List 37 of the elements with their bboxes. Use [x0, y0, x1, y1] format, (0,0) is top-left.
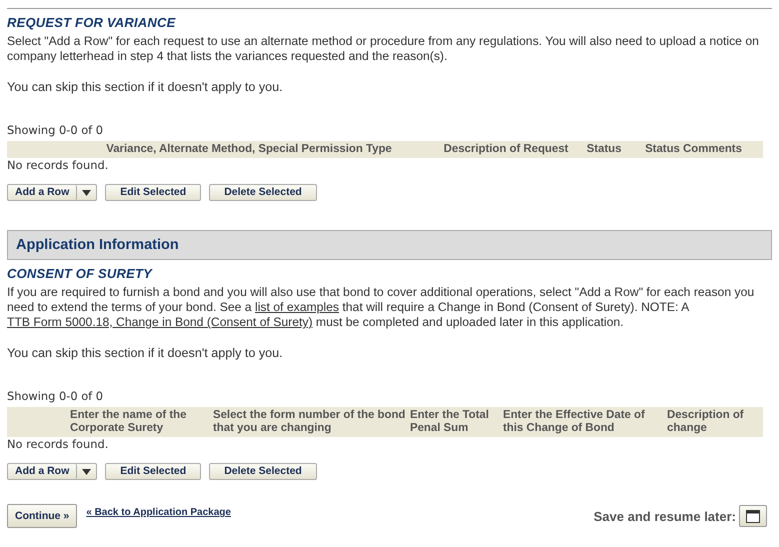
add-row-split-button[interactable]: Add a Row — [7, 463, 98, 480]
column-header: Variance, Alternate Method, Special Permission Type — [105, 143, 393, 156]
action-button[interactable]: Delete Selected — [209, 184, 317, 201]
column-header: Status — [586, 143, 622, 156]
action-button[interactable]: Edit Selected — [105, 463, 202, 480]
add-row-button[interactable]: Add a Row — [8, 464, 78, 479]
column-header: Enter the Total Penal Sum — [410, 409, 490, 435]
save-icon — [746, 510, 760, 522]
caret-icon — [82, 190, 92, 196]
caret-icon — [82, 468, 92, 474]
empty-message: No records found. — [7, 437, 110, 451]
record-count: Showing 0-0 of 0 — [7, 123, 104, 137]
add-row-button[interactable]: Add a Row — [8, 185, 78, 200]
text-link[interactable]: list of examples — [254, 300, 339, 314]
panel-header: Application Information — [7, 230, 772, 260]
back-link[interactable]: « Back to Application Package — [86, 507, 231, 518]
skip-note: You can skip this section if it doesn't apply to you. — [7, 346, 284, 361]
text-link[interactable]: TTB Form 5000.18, Change in Bond (Consent of Surety) — [7, 315, 313, 329]
column-header: Enter the name of the Corporate Surety — [70, 409, 188, 435]
section-title: REQUEST FOR VARIANCE — [7, 15, 176, 30]
instructions-text: Select "Add a Row" for each request to use an alternate method or procedure from any regulations. You will also need to upload a notice on company letterhead in step 4 that lists the variances requested and the reason(s). — [7, 34, 760, 64]
column-header: Description of Request — [442, 143, 570, 156]
column-header: Enter the Effective Date of this Change of Bond — [503, 409, 646, 435]
column-header: Status Comments — [644, 143, 743, 156]
save-button[interactable] — [739, 505, 767, 527]
skip-note: You can skip this section if it doesn't apply to you. — [7, 80, 284, 95]
add-row-split-button[interactable]: Add a Row — [7, 184, 98, 201]
save-label: Save and resume later: — [594, 508, 736, 524]
section-title: CONSENT OF SURETY — [7, 266, 154, 281]
column-header: Description of change — [667, 409, 745, 435]
instructions-text: If you are required to furnish a bond and you will also use that bond to cover additional operations, select "Add a Row" for each reason you need to extend the terms of your bond. See a list of examples that will require a Change in Bond (Consent of Surety). NOTE: A TTB Form 5000.18, Change in Bond (Consent of Surety) must be completed and uploaded later in this application. — [7, 285, 756, 330]
action-button[interactable]: Edit Selected — [105, 184, 202, 201]
record-count: Showing 0-0 of 0 — [7, 389, 104, 403]
column-header: Select the form number of the bond that you are changing — [213, 409, 406, 435]
empty-message: No records found. — [7, 158, 110, 172]
action-button[interactable]: Delete Selected — [209, 463, 317, 480]
continue-button[interactable]: Continue » — [7, 504, 78, 528]
